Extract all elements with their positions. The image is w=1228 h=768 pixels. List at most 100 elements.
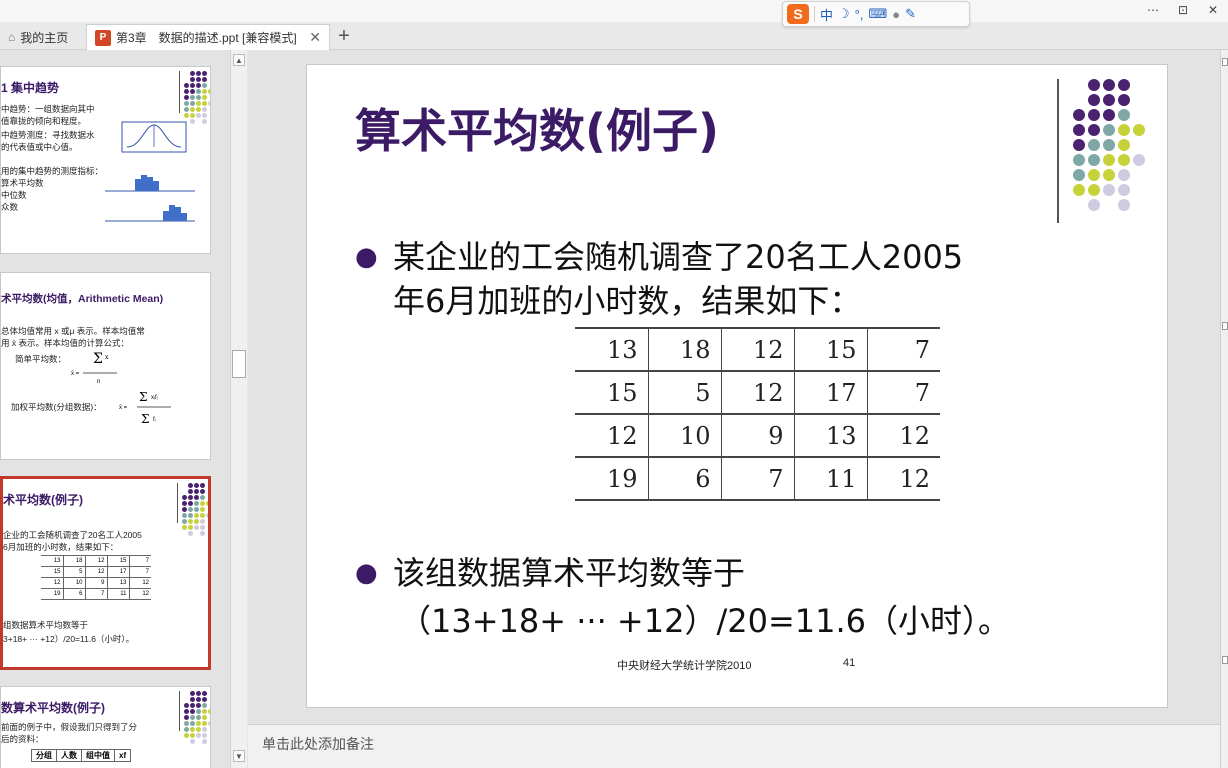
slide-thumbnail-2[interactable]: 术平均数(均值，Arithmetic Mean) 总体均值常用 x 或μ 表示。…	[0, 272, 211, 460]
slide-thumbnail-4[interactable]: 数算术平均数(例子) 前面的例子中，假设我们只得到了分 后的资料： 分组 人数 …	[0, 686, 211, 768]
decorative-dot	[190, 733, 195, 738]
table-cell: 7	[867, 370, 940, 415]
decorative-dot	[1088, 124, 1100, 136]
decorative-dot	[1073, 79, 1085, 91]
decorative-dots	[1073, 79, 1145, 211]
decorative-dot	[190, 739, 195, 744]
thumbnail-dot-decoration	[182, 483, 208, 536]
more-menu-button[interactable]: ⋯	[1138, 0, 1168, 22]
home-icon: ⌂	[8, 30, 16, 44]
punctuation-icon[interactable]: °,	[855, 7, 864, 22]
decorative-dot	[208, 691, 210, 696]
thumbnail-title: 术平均数(均值，Arithmetic Mean)	[1, 293, 164, 305]
decorative-dot	[182, 501, 187, 506]
moon-icon[interactable]: ☽	[838, 6, 850, 22]
thumbnail-title: 术平均数(例子)	[3, 493, 83, 507]
table-cell: 13	[575, 327, 649, 372]
slide-title[interactable]: 算术平均数(例子)	[355, 95, 719, 161]
decorative-dot	[188, 489, 193, 494]
decorative-dot	[1088, 199, 1100, 211]
current-slide[interactable]: 算术平均数(例子) ● 某企业的工会随机调查了20名工人2005 年6月加班的小…	[306, 64, 1168, 708]
slide-thumbnail-1[interactable]: 1 集中趋势 中趋势：一组数据向其中 值靠拢的倾向和程度。 中趋势测度：寻找数据…	[0, 66, 211, 254]
bullet-2[interactable]: ● 该组数据算术平均数等于	[355, 551, 745, 595]
decorative-dot	[1088, 154, 1100, 166]
decorative-dot	[206, 513, 208, 518]
decorative-dot	[206, 489, 208, 494]
restore-button[interactable]: ⊡	[1168, 0, 1198, 22]
table-cell: 7	[721, 456, 795, 501]
thumbnail-divider	[179, 71, 180, 113]
scrollbar-thumb[interactable]	[232, 350, 246, 378]
decorative-dot	[194, 501, 199, 506]
bullet-2-continuation[interactable]: （13+18+ ··· +12）/20=11.6（小时）。	[399, 599, 1010, 643]
decorative-dot	[1133, 94, 1145, 106]
wrench-icon[interactable]: ✎	[905, 6, 916, 22]
decorative-dot	[190, 703, 195, 708]
thumbnail-dot-decoration	[184, 71, 210, 124]
edge-button[interactable]	[1222, 322, 1228, 330]
decorative-dot	[1103, 94, 1115, 106]
new-tab-button[interactable]: +	[332, 26, 356, 48]
decorative-dot	[1103, 169, 1115, 181]
keyboard-icon[interactable]: ⌨	[868, 6, 887, 22]
slide-editor-area[interactable]: 算术平均数(例子) ● 某企业的工会随机调查了20名工人2005 年6月加班的小…	[248, 50, 1220, 725]
decorative-dot	[1103, 109, 1115, 121]
tab-home-label: 我的主页	[20, 30, 69, 45]
thumbnails-scrollbar[interactable]: ▲ ▼	[230, 50, 247, 768]
table-cell: 12	[867, 413, 940, 458]
overtime-data-table[interactable]: 13 18 12 15 7 15 5 12 17 7 12 10 9 13 12 19 6 7 11 12	[575, 327, 940, 501]
decorative-dot	[200, 483, 205, 488]
decorative-dot	[196, 703, 201, 708]
scroll-up-icon[interactable]: ▲	[233, 54, 245, 66]
sogou-logo-icon[interactable]: S	[787, 4, 809, 24]
ime-mode-toggle[interactable]: 中	[820, 5, 833, 24]
svg-text:Σ: Σ	[93, 351, 103, 367]
edge-button[interactable]	[1222, 58, 1228, 66]
ime-toolbar[interactable]: S 中 ☽ °, ⌨ ● ✎	[782, 1, 970, 27]
close-tab-icon[interactable]: ✕	[309, 29, 321, 46]
table-cell: 11	[794, 456, 868, 501]
decorative-dot	[208, 83, 210, 88]
svg-text:fᵢ: fᵢ	[153, 417, 156, 423]
thumbnail-text: 6月加班的小时数，结果如下：	[3, 542, 119, 552]
decorative-dot	[1118, 199, 1130, 211]
decorative-dot	[182, 495, 187, 500]
edge-button[interactable]	[1222, 656, 1228, 664]
decorative-dot	[1118, 139, 1130, 151]
xf-header: xf	[113, 749, 132, 762]
bullet-1[interactable]: ● 某企业的工会随机调查了20名工人2005	[355, 235, 963, 279]
table-cell: 12	[721, 370, 795, 415]
close-window-button[interactable]: ✕	[1198, 0, 1228, 22]
decorative-dot	[208, 95, 210, 100]
decorative-dot	[190, 727, 195, 732]
scroll-down-icon[interactable]: ▼	[233, 750, 245, 762]
decorative-dot	[1073, 94, 1085, 106]
decorative-dot	[1073, 139, 1085, 151]
tab-document[interactable]: P 第3章 数据的描述.ppt [兼容模式] ✕	[86, 24, 330, 50]
table-cell: 7	[867, 327, 940, 372]
slide-thumbnails-panel[interactable]: 1 集中趋势 中趋势：一组数据向其中 值靠拢的倾向和程度。 中趋势测度：寻找数据…	[0, 50, 230, 768]
table-cell: 10	[648, 413, 722, 458]
decorative-dot	[208, 71, 210, 76]
decorative-dot	[190, 715, 195, 720]
decorative-dot	[194, 531, 199, 536]
thumbnail-text: 中位数	[1, 190, 27, 200]
right-edge-toolbar[interactable]	[1220, 50, 1228, 768]
notes-placeholder[interactable]: 单击此处添加备注	[262, 734, 374, 754]
decorative-dot	[1073, 124, 1085, 136]
decorative-dot	[190, 709, 195, 714]
decorative-dot	[196, 721, 201, 726]
tab-home[interactable]: ⌂ 我的主页	[0, 24, 86, 50]
decorative-dot	[200, 519, 205, 524]
decorative-dot	[200, 495, 205, 500]
slide-thumbnail-3-selected[interactable]: 术平均数(例子) 企业的工会随机调查了20名工人2005 6月加班的小时数，结果…	[0, 476, 211, 670]
notes-pane[interactable]: 单击此处添加备注	[248, 724, 1220, 768]
table-cell: 12	[867, 456, 940, 501]
decorative-dot	[208, 721, 210, 726]
table-row: 19 6 7 11 12	[575, 456, 940, 501]
decorative-dot	[196, 77, 201, 82]
bullet-1-continuation[interactable]: 年6月加班的小时数，结果如下：	[393, 279, 861, 323]
user-icon[interactable]: ●	[892, 7, 900, 22]
thumbnail-title: 1 集中趋势	[1, 81, 60, 95]
decorative-dot	[1088, 79, 1100, 91]
